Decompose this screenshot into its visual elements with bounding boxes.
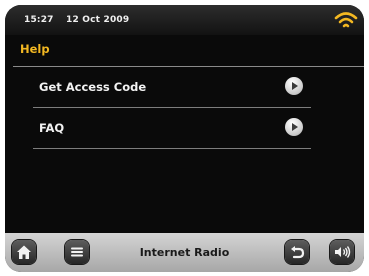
item-divider — [33, 148, 311, 149]
menu-item-faq[interactable]: FAQ — [33, 109, 311, 149]
bottom-toolbar: Internet Radio — [5, 233, 364, 272]
volume-button[interactable] — [330, 240, 354, 264]
item-divider — [33, 107, 311, 108]
status-date: 12 Oct 2009 — [66, 15, 130, 25]
status-bar: 15:27 12 Oct 2009 — [5, 5, 364, 35]
menu-item-label: FAQ — [39, 121, 65, 135]
status-time: 15:27 — [24, 15, 54, 25]
back-icon — [291, 246, 305, 259]
chevron-right-icon[interactable] — [285, 77, 303, 95]
volume-icon — [335, 246, 351, 258]
title-divider — [13, 66, 364, 67]
menu-item-label: Get Access Code — [39, 80, 147, 94]
back-button[interactable] — [285, 240, 309, 264]
wifi-icon — [334, 12, 358, 28]
chevron-right-icon[interactable] — [285, 118, 303, 136]
device-screen: 15:27 12 Oct 2009 Help Get Access Code F… — [5, 5, 364, 272]
footer-title: Internet Radio — [139, 246, 230, 259]
page-title: Help — [20, 42, 50, 56]
menu-item-get-access-code[interactable]: Get Access Code — [33, 68, 311, 108]
